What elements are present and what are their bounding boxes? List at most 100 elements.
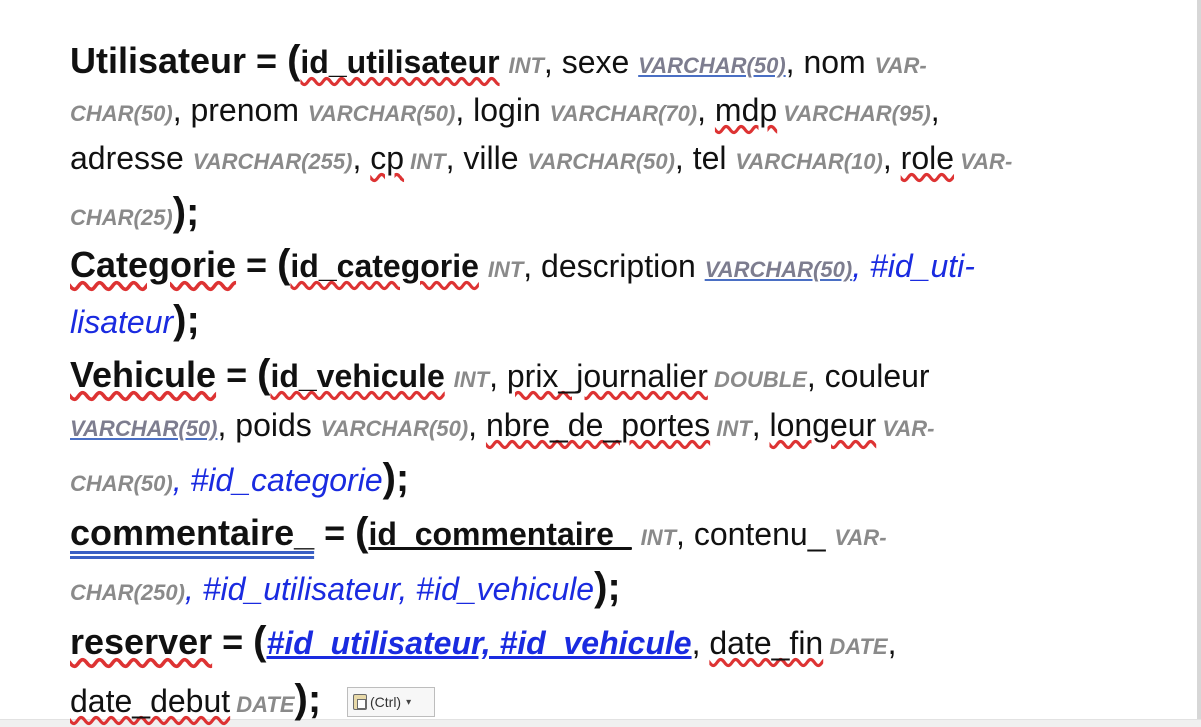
type-varchar: CHAR(250) xyxy=(70,580,185,605)
type-int: INT xyxy=(487,257,524,282)
type-int: INT xyxy=(404,149,446,174)
fk-id-utilisateur: , #id_uti- xyxy=(852,248,975,284)
close-paren: ); xyxy=(382,456,410,500)
doc-line-12: reserver = (#id_utilisateur, #id_vehicul… xyxy=(70,621,896,667)
open-paren: ( xyxy=(257,352,271,396)
doc-line-9: CHAR(50), #id_categorie); xyxy=(70,458,409,504)
type-varchar: VAR- xyxy=(954,149,1013,174)
doc-line-1: Utilisateur = (id_utilisateur INT, sexe … xyxy=(70,40,927,86)
attr-prenom: , prenom xyxy=(172,92,308,128)
attr-description: , description xyxy=(523,248,705,284)
dropdown-caret-icon: ▾ xyxy=(406,696,412,708)
equals-sign: = xyxy=(314,512,356,553)
doc-line-13: date_debut DATE); xyxy=(70,679,321,725)
type-date: DATE xyxy=(823,634,888,659)
type-int: INT xyxy=(453,367,490,392)
type-int: INT xyxy=(640,525,677,550)
entity-utilisateur: Utilisateur xyxy=(70,40,247,81)
close-paren: ); xyxy=(294,677,322,721)
attr-adresse: adresse xyxy=(70,140,193,176)
entity-vehicule: Vehicule xyxy=(70,354,217,395)
type-varchar: VARCHAR(70) xyxy=(549,101,698,126)
type-varchar: VAR- xyxy=(874,53,927,78)
attr-date-debut: date_debut xyxy=(70,683,231,719)
close-paren: ); xyxy=(594,565,621,609)
separator: , xyxy=(751,407,770,443)
close-paren: ); xyxy=(172,190,200,234)
type-varchar: VARCHAR(50) xyxy=(704,257,853,282)
doc-line-8: VARCHAR(50), poids VARCHAR(50), nbre_de_… xyxy=(70,405,934,449)
doc-line-10: commentaire_ = (id_commentaire_ INT, con… xyxy=(70,512,887,558)
type-varchar: VAR- xyxy=(834,525,887,550)
type-int: INT xyxy=(710,416,752,441)
type-varchar: VARCHAR(50) xyxy=(527,149,675,174)
open-paren: ( xyxy=(277,242,291,286)
equals-sign: = xyxy=(246,40,288,81)
fk-id-utilisateur-cont: lisateur xyxy=(70,304,174,340)
type-varchar: VARCHAR(50) xyxy=(70,416,218,441)
attr-nbre-de-portes: nbre_de_portes xyxy=(485,407,711,443)
attr-contenu: , contenu_ xyxy=(676,516,835,552)
attr-mdp: mdp xyxy=(714,92,778,128)
open-paren: ( xyxy=(287,38,301,82)
fk-id-categorie: , #id_categorie xyxy=(172,462,383,498)
separator: , xyxy=(468,407,486,443)
attr-tel: , tel xyxy=(674,140,736,176)
type-varchar: CHAR(50) xyxy=(70,471,173,496)
pk-id-commentaire: id_commentaire_ xyxy=(368,516,632,552)
attr-longeur: longeur xyxy=(769,407,877,443)
open-paren: ( xyxy=(355,510,369,554)
type-varchar: VARCHAR(95) xyxy=(777,101,931,126)
attr-cp: cp xyxy=(370,140,405,176)
doc-line-2: CHAR(50), prenom VARCHAR(50), login VARC… xyxy=(70,90,940,134)
open-paren: ( xyxy=(253,619,267,663)
attr-login: , login xyxy=(455,92,550,128)
type-varchar: VAR- xyxy=(876,416,935,441)
separator: , xyxy=(352,140,371,176)
equals-sign: = xyxy=(236,244,278,285)
separator: , xyxy=(882,140,901,176)
attr-nom: , nom xyxy=(785,44,875,80)
type-double: DOUBLE xyxy=(707,367,807,392)
separator: , xyxy=(887,625,897,661)
type-varchar: VARCHAR(10) xyxy=(735,149,883,174)
document-right-edge xyxy=(1197,0,1201,727)
entity-commentaire: commentaire_ xyxy=(70,512,315,553)
attr-sexe: , sexe xyxy=(543,44,639,80)
paste-options-label: (Ctrl) xyxy=(370,694,402,710)
separator: , xyxy=(691,625,710,661)
type-varchar: VARCHAR(255) xyxy=(192,149,353,174)
equals-sign: = xyxy=(212,621,254,662)
clipboard-icon xyxy=(353,694,367,710)
attr-prix-journalier: prix_journalier xyxy=(506,358,708,394)
doc-line-7: Vehicule = (id_vehicule INT, prix_journa… xyxy=(70,354,930,400)
entity-reserver: reserver xyxy=(70,621,213,662)
attr-couleur: , couleur xyxy=(806,358,930,394)
pk-id-utilisateur: id_utilisateur xyxy=(300,44,500,80)
paste-options-button[interactable]: (Ctrl) ▾ xyxy=(347,687,435,717)
pk-id-categorie: id_categorie xyxy=(290,248,479,284)
attr-date-fin: date_fin xyxy=(709,625,824,661)
entity-categorie: Categorie xyxy=(70,244,237,285)
separator: , xyxy=(489,358,507,394)
attr-ville: , ville xyxy=(445,140,528,176)
type-varchar: VARCHAR(50) xyxy=(638,53,786,78)
pk-fk-utilisateur-vehicule: #id_utilisateur, #id_vehicule xyxy=(266,625,692,661)
doc-line-3: adresse VARCHAR(255), cp INT, ville VARC… xyxy=(70,138,1012,182)
type-varchar: CHAR(25) xyxy=(70,205,173,230)
doc-line-4: CHAR(25)); xyxy=(70,192,199,238)
separator: , xyxy=(930,92,940,128)
type-varchar: CHAR(50) xyxy=(70,101,173,126)
type-varchar: VARCHAR(50) xyxy=(307,101,456,126)
doc-line-11: CHAR(250), #id_utilisateur, #id_vehicule… xyxy=(70,567,621,613)
attr-poids: , poids xyxy=(217,407,321,443)
pk-id-vehicule: id_vehicule xyxy=(270,358,445,394)
equals-sign: = xyxy=(216,354,258,395)
attr-role: role xyxy=(900,140,955,176)
close-paren: ); xyxy=(173,298,200,342)
type-int: INT xyxy=(508,53,544,78)
separator: , xyxy=(697,92,715,128)
doc-line-6: lisateur); xyxy=(70,300,200,342)
type-varchar: VARCHAR(50) xyxy=(320,416,469,441)
doc-line-5: Categorie = (id_categorie INT, descripti… xyxy=(70,244,975,290)
